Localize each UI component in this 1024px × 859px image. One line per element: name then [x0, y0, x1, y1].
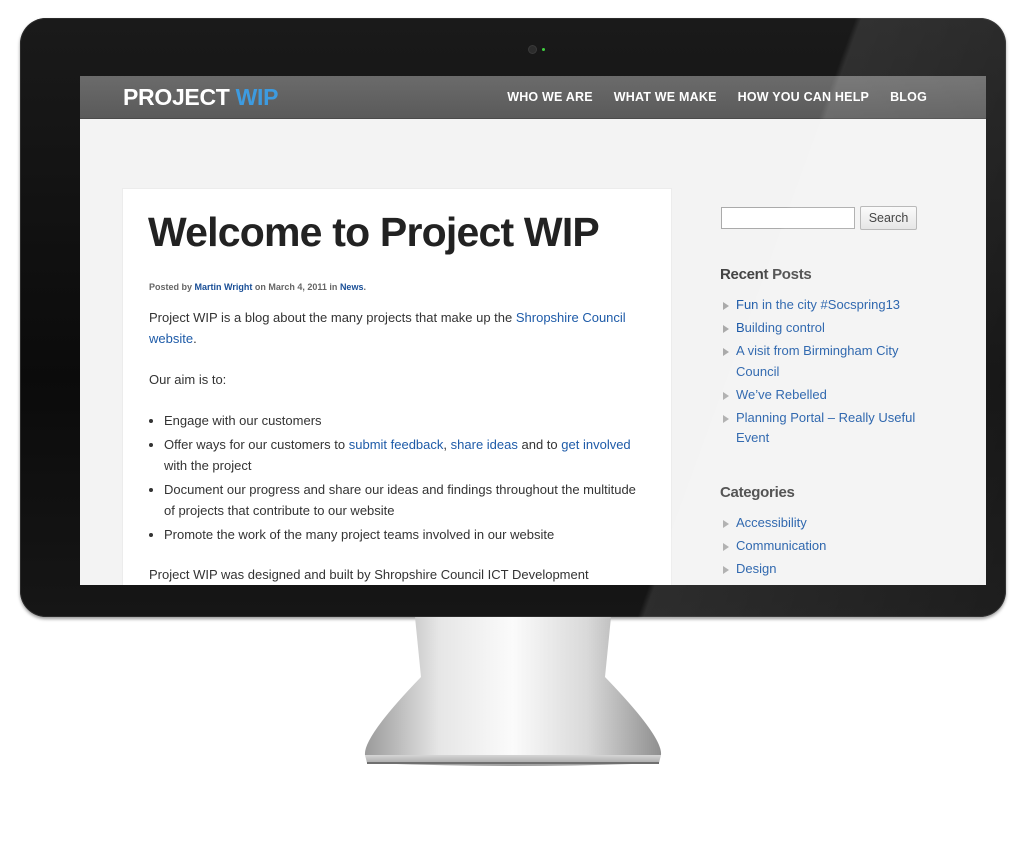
post-byline: Posted by Martin Wright on March 4, 2011…: [149, 282, 366, 292]
monitor-screen: PROJECT WIP WHO WE ARE WHAT WE MAKE HOW …: [80, 76, 986, 585]
list-item: Engage with our customers: [164, 410, 644, 431]
site-logo[interactable]: PROJECT WIP: [123, 84, 278, 111]
recent-posts-list: Fun in the city #Socspring13 Building co…: [720, 295, 925, 451]
post-title: Welcome to Project WIP: [148, 209, 600, 255]
post-body: Project WIP is a blog about the many pro…: [149, 307, 644, 585]
camera-icon: [529, 46, 536, 53]
submit-feedback-link[interactable]: submit feedback: [349, 437, 444, 452]
monitor-stand: [364, 617, 662, 766]
category-item-link[interactable]: Accessibility: [736, 515, 807, 530]
byline-date: on March 4, 2011 in: [254, 282, 338, 292]
list-item-comma: ,: [443, 437, 448, 452]
triangle-bullet-icon: [723, 348, 729, 356]
aims-list: Engage with our customers Offer ways for…: [149, 410, 644, 545]
list-item: Fun in the city #Socspring13: [720, 295, 925, 316]
triangle-bullet-icon: [723, 566, 729, 574]
recent-post-link[interactable]: Planning Portal – Really Useful Event: [736, 410, 915, 446]
list-item: Planning Portal – Really Useful Event: [720, 408, 925, 449]
byline-end: .: [363, 282, 366, 292]
categories-title: Categories: [720, 484, 795, 501]
list-item: Communication: [720, 536, 925, 557]
list-item: Promote the work of the many project tea…: [164, 524, 644, 545]
list-item: Document our progress and share our idea…: [164, 479, 644, 521]
recent-post-link[interactable]: Fun in the city #Socspring13: [736, 297, 900, 312]
intro-paragraph: Project WIP is a blog about the many pro…: [149, 307, 644, 349]
camera-led-icon: [542, 48, 545, 51]
main-nav: WHO WE ARE WHAT WE MAKE HOW YOU CAN HELP…: [507, 90, 927, 104]
list-item: Offer ways for our customers to submit f…: [164, 434, 644, 476]
recent-post-link[interactable]: A visit from Birmingham City Council: [736, 343, 899, 379]
search-input[interactable]: [721, 207, 855, 229]
category-link[interactable]: News: [340, 282, 364, 292]
recent-post-link[interactable]: We’ve Rebelled: [736, 387, 827, 402]
triangle-bullet-icon: [723, 414, 729, 423]
intro-text: Project WIP is a blog about the many pro…: [149, 310, 513, 325]
site-header: PROJECT WIP WHO WE ARE WHAT WE MAKE HOW …: [80, 76, 986, 119]
monitor-bezel: PROJECT WIP WHO WE ARE WHAT WE MAKE HOW …: [20, 18, 1006, 617]
nav-who-we-are[interactable]: WHO WE ARE: [507, 90, 593, 104]
triangle-bullet-icon: [723, 391, 729, 400]
list-item: Accessibility: [720, 513, 925, 534]
intro-end: .: [193, 331, 197, 346]
list-item: We’ve Rebelled: [720, 385, 925, 406]
byline-posted-by: Posted by: [149, 282, 193, 292]
triangle-bullet-icon: [723, 302, 729, 310]
nav-blog[interactable]: BLOG: [890, 90, 927, 104]
recent-posts-title: Recent Posts: [720, 266, 812, 283]
nav-how-you-can-help[interactable]: HOW YOU CAN HELP: [738, 90, 869, 104]
list-item-text: Offer ways for our customers to: [164, 437, 346, 452]
aim-paragraph: Our aim is to:: [149, 372, 227, 387]
list-item-text: with the project: [164, 458, 252, 473]
author-link[interactable]: Martin Wright: [195, 282, 253, 292]
search-button[interactable]: Search: [860, 206, 917, 230]
list-item-text: and to: [521, 437, 558, 452]
logo-text-main: PROJECT: [123, 84, 230, 110]
list-item: A visit from Birmingham City Council: [720, 341, 925, 382]
list-item: Building control: [720, 318, 925, 339]
logo-text-accent: WIP: [235, 84, 279, 110]
footer-paragraph: Project WIP was designed and built by Sh…: [149, 567, 589, 582]
nav-what-we-make[interactable]: WHAT WE MAKE: [614, 90, 717, 104]
post-card: Welcome to Project WIP Posted by Martin …: [122, 188, 672, 585]
triangle-bullet-icon: [723, 325, 729, 333]
triangle-bullet-icon: [723, 520, 729, 528]
recent-post-link[interactable]: Building control: [736, 320, 825, 335]
get-involved-link[interactable]: get involved: [561, 437, 630, 452]
list-item: Design: [720, 559, 925, 580]
share-ideas-link[interactable]: share ideas: [451, 437, 518, 452]
category-item-link[interactable]: Communication: [736, 538, 826, 553]
category-item-link[interactable]: Design: [736, 561, 776, 576]
categories-list: Accessibility Communication Design: [720, 513, 925, 582]
triangle-bullet-icon: [723, 543, 729, 551]
